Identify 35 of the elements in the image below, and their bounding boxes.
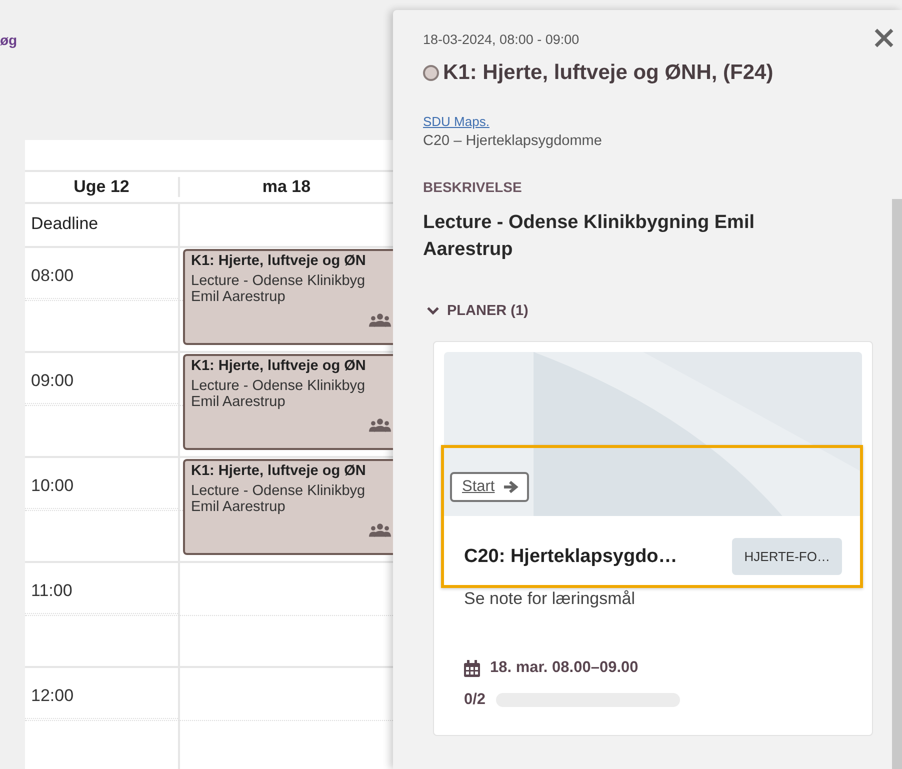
group-icon [369,418,391,432]
time-label: 10:00 [25,458,178,509]
topic-text: C20 – Hjerteklapsygdomme [423,133,603,149]
group-icon [369,313,391,327]
calendar-event[interactable]: K1: Hjerte, luftveje og ØN Lecture - Odense Klinikbyg Emil Aarestrup [183,249,393,345]
deadline-label: Deadline [30,213,100,234]
calendar-icon [464,660,480,676]
plans-toggle[interactable]: PLANER (1) [427,303,528,319]
week-header: Uge 12 [72,177,130,197]
event-title: K1: Hjerte, luftveje og ØNH, (F24) [443,61,774,85]
plan-title: C20: Hjerteklapsygdo… [464,546,678,568]
plan-card[interactable]: Start C20: Hjerteklapsygdo… HJERTE-FO… Se note for læringsmål 18. mar. 08.00–09.00 0/2 [433,341,873,736]
description-text: Lecture - Odense Klinikbygning Emil Aarestrup [423,211,756,262]
progress-count: 0/2 [464,691,486,709]
start-button[interactable]: Start [450,472,529,502]
plan-note: Se note for læringsmål [463,588,636,609]
tag-label: HJERTE-FO… [732,538,842,575]
chevron-icon [427,305,439,317]
time-label: 09:00 [25,353,178,404]
status-dot [423,65,439,81]
section-heading: BESKRIVELSE [423,179,523,195]
maps-link[interactable]: SDU Maps. [423,114,490,129]
arrow-icon [502,480,519,494]
scrollbar[interactable] [892,199,902,769]
calendar-event[interactable]: K1: Hjerte, luftveje og ØN Lecture - Odense Klinikbyg Emil Aarestrup [183,354,393,450]
day-header: ma 18 [261,177,312,197]
time-label: 12:00 [25,668,178,719]
calendar-event[interactable]: K1: Hjerte, luftveje og ØN Lecture - Odense Klinikbyg Emil Aarestrup [183,459,393,555]
menu-link[interactable]: øg [0,32,18,48]
close-icon[interactable] [872,26,896,50]
plan-date: 18. mar. 08.00–09.00 [490,659,638,677]
group-icon [369,523,391,537]
event-datetime: 18-03-2024, 08:00 - 09:00 [423,32,580,47]
time-label: 11:00 [25,563,178,614]
time-label: 08:00 [25,248,178,299]
